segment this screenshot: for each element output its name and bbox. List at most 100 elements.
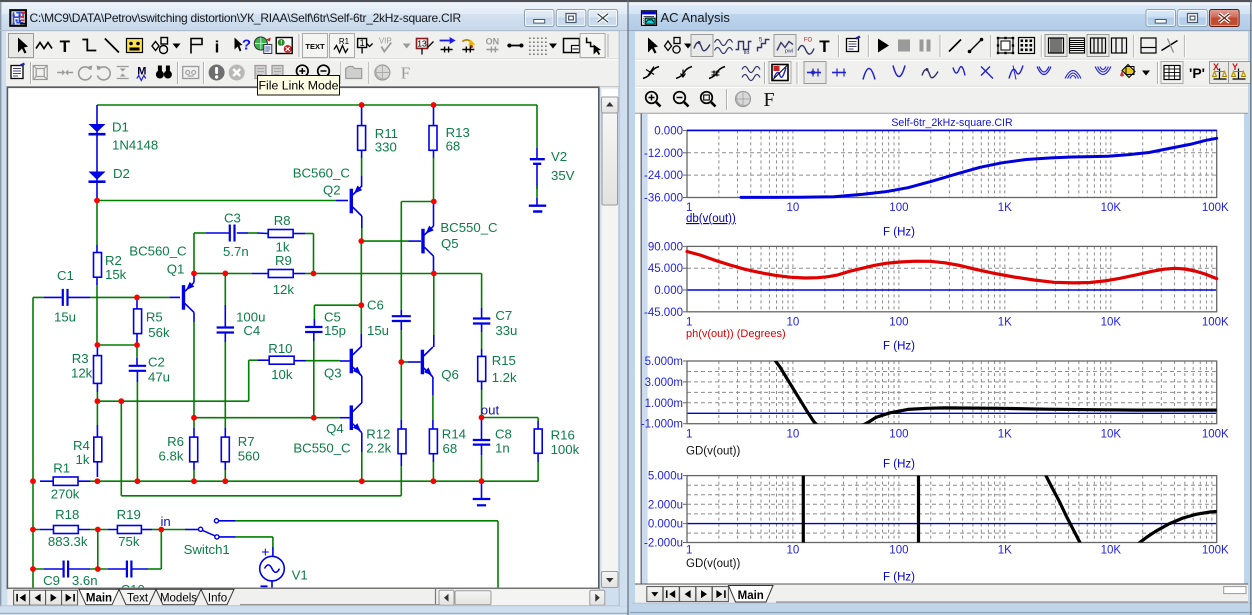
svg-text:-1.000m: -1.000m — [641, 419, 683, 431]
svg-text:5.000u: 5.000u — [648, 471, 683, 483]
svg-text:FO: FO — [804, 38, 813, 44]
svg-text:90.000: 90.000 — [648, 241, 683, 253]
svg-text:BC560_C: BC560_C — [293, 166, 351, 181]
svg-text:V1: V1 — [292, 568, 308, 583]
svg-text:883.3k: 883.3k — [48, 534, 88, 549]
svg-text:15u: 15u — [367, 323, 389, 338]
svg-text:1K: 1K — [998, 429, 1012, 441]
svg-text:1: 1 — [360, 38, 365, 48]
svg-text:Info: Info — [208, 593, 227, 605]
svg-text:R10: R10 — [268, 341, 292, 356]
svg-text:C4: C4 — [243, 323, 260, 338]
svg-text:F (Hz): F (Hz) — [883, 227, 915, 239]
svg-text:1k: 1k — [76, 452, 90, 467]
svg-text:TEXT: TEXT — [305, 42, 325, 51]
svg-text:100K: 100K — [1202, 317, 1229, 329]
svg-text:R9: R9 — [275, 253, 292, 268]
svg-text:1.2k: 1.2k — [492, 370, 517, 385]
svg-text:75k: 75k — [118, 534, 140, 549]
svg-text:R4: R4 — [73, 438, 90, 453]
svg-text:1K: 1K — [998, 317, 1012, 329]
svg-text:pwl: pwl — [785, 49, 793, 55]
svg-text:35V: 35V — [551, 168, 575, 183]
svg-text:47u: 47u — [148, 370, 170, 385]
svg-text:56k: 56k — [148, 325, 170, 340]
svg-text:1n: 1n — [495, 441, 510, 456]
svg-text:C3: C3 — [224, 211, 241, 226]
svg-text:3.6n: 3.6n — [72, 573, 98, 588]
svg-text:C7: C7 — [495, 308, 512, 323]
svg-text:F (Hz): F (Hz) — [883, 572, 915, 584]
svg-text:Models: Models — [160, 593, 197, 605]
svg-text:15u: 15u — [54, 310, 76, 325]
svg-text:-45.000: -45.000 — [644, 307, 683, 319]
svg-text:45.000: 45.000 — [648, 263, 683, 275]
svg-text:db(v(out)): db(v(out)) — [686, 213, 736, 225]
svg-text:D1: D1 — [112, 120, 129, 135]
svg-text:F (Hz): F (Hz) — [883, 341, 915, 353]
svg-text:10K: 10K — [1101, 317, 1122, 329]
svg-text:100K: 100K — [1202, 545, 1229, 557]
svg-text:tld: tld — [744, 50, 750, 56]
svg-text:File Link Mode: File Link Mode — [259, 79, 339, 93]
svg-text:Q1: Q1 — [167, 262, 185, 277]
svg-text:10K: 10K — [1101, 429, 1122, 441]
svg-text:F (Hz): F (Hz) — [883, 459, 915, 471]
svg-text:Q4: Q4 — [326, 421, 344, 436]
svg-text:100: 100 — [889, 429, 908, 441]
svg-text:R1: R1 — [53, 461, 70, 476]
svg-text:1K: 1K — [998, 545, 1012, 557]
svg-text:R12: R12 — [366, 427, 390, 442]
svg-text:-12.000: -12.000 — [644, 148, 683, 160]
svg-text:5: 5 — [759, 37, 763, 44]
svg-text:R8: R8 — [274, 213, 291, 228]
svg-text:Y: Y — [1232, 62, 1238, 72]
svg-text:0.000u: 0.000u — [648, 519, 683, 531]
svg-text:R18: R18 — [55, 507, 79, 522]
svg-text:Text: Text — [127, 593, 149, 605]
svg-text:0.000: 0.000 — [654, 125, 683, 137]
svg-text:100: 100 — [889, 545, 908, 557]
svg-text:10K: 10K — [1101, 545, 1122, 557]
svg-text:10K: 10K — [1101, 202, 1122, 214]
svg-text:6.8k: 6.8k — [159, 449, 184, 464]
svg-text:1K: 1K — [998, 202, 1012, 214]
svg-text:2.000u: 2.000u — [648, 499, 683, 511]
svg-text:15p: 15p — [324, 323, 346, 338]
svg-text:Main: Main — [738, 590, 764, 602]
svg-text:R16: R16 — [551, 428, 575, 443]
svg-text:F: F — [401, 64, 410, 83]
svg-text:3.000m: 3.000m — [645, 377, 683, 389]
svg-text:2.2k: 2.2k — [366, 441, 391, 456]
svg-text:68: 68 — [446, 139, 461, 154]
svg-text:BC560_C: BC560_C — [129, 244, 187, 259]
svg-text:T: T — [819, 37, 830, 56]
svg-text:1: 1 — [686, 317, 692, 329]
svg-text:out: out — [481, 403, 500, 418]
svg-text:F: F — [763, 89, 774, 111]
svg-text:V2: V2 — [551, 149, 567, 164]
svg-text:R19: R19 — [117, 507, 141, 522]
svg-text:Self-6tr_2kHz-square.CIR: Self-6tr_2kHz-square.CIR — [891, 117, 1013, 129]
svg-text:C1: C1 — [57, 268, 74, 283]
svg-text:1: 1 — [686, 429, 692, 441]
svg-text:BC550_C: BC550_C — [440, 220, 498, 235]
svg-text:15k: 15k — [105, 267, 127, 282]
svg-text:68: 68 — [443, 441, 458, 456]
svg-text:100K: 100K — [1202, 202, 1229, 214]
svg-text:'P': 'P' — [1189, 65, 1205, 81]
svg-text:R7: R7 — [238, 434, 255, 449]
svg-text:C6: C6 — [367, 298, 384, 313]
svg-text:13: 13 — [417, 39, 427, 49]
svg-text:10k: 10k — [271, 367, 293, 382]
svg-text:C8: C8 — [495, 427, 512, 442]
svg-text:33u: 33u — [495, 323, 517, 338]
svg-text:270k: 270k — [51, 487, 80, 502]
svg-text:10: 10 — [787, 429, 800, 441]
svg-text:100K: 100K — [1202, 429, 1229, 441]
svg-text:330: 330 — [375, 140, 397, 155]
svg-text:12k: 12k — [273, 282, 295, 297]
svg-text:Q6: Q6 — [441, 367, 459, 382]
svg-text:-36.000: -36.000 — [644, 193, 683, 205]
svg-text:Switch1: Switch1 — [184, 542, 230, 557]
